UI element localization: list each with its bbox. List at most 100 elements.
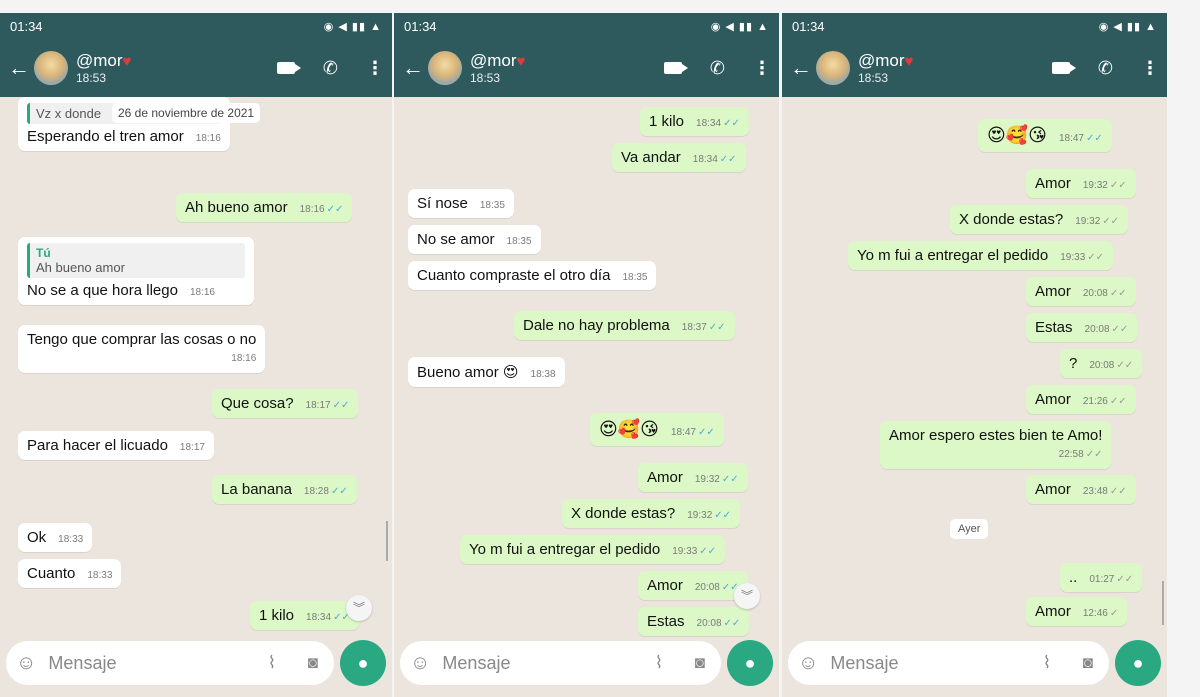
- microphone-icon[interactable]: ●: [727, 640, 773, 686]
- delivered-check-icon: ✓✓: [1102, 216, 1120, 227]
- read-check-icon: ✓✓: [714, 510, 732, 521]
- video-call-icon[interactable]: [1051, 62, 1076, 74]
- message-outgoing[interactable]: Yo m fui a entregar el pedido 19:33 ✓✓: [460, 535, 726, 564]
- scroll-down-icon[interactable]: ︾: [734, 583, 760, 609]
- delivered-check-icon: ✓✓: [1085, 449, 1103, 460]
- message-incoming[interactable]: Sí nose 18:35: [408, 189, 514, 218]
- message-text: Cuanto compraste el otro día: [417, 267, 611, 284]
- message-input[interactable]: ☺ Mensaje ⌇ ◙: [400, 641, 721, 685]
- message-outgoing[interactable]: Amor 21:26 ✓✓: [1026, 385, 1136, 414]
- back-arrow-icon[interactable]: ←: [790, 55, 812, 81]
- message-time: 18:17: [305, 400, 331, 411]
- more-options-icon[interactable]: ⋮: [753, 58, 771, 79]
- emoji-icon[interactable]: ☺: [410, 652, 430, 675]
- message-incoming[interactable]: Cuanto 18:33: [18, 559, 122, 588]
- message-outgoing[interactable]: Amor 19:32 ✓✓: [638, 463, 748, 492]
- message-incoming[interactable]: Cuanto compraste el otro día 18:35: [408, 261, 657, 290]
- message-time: 19:32: [687, 510, 713, 521]
- message-placeholder: Mensaje: [830, 652, 899, 673]
- message-input[interactable]: ☺ Mensaje ⌇ ◙: [6, 641, 334, 685]
- message-text: Amor: [1035, 283, 1071, 300]
- message-outgoing[interactable]: .. 01:27 ✓✓: [1060, 563, 1143, 592]
- camera-icon[interactable]: ◙: [308, 653, 318, 673]
- microphone-icon[interactable]: ●: [1115, 640, 1161, 686]
- message-outgoing[interactable]: X donde estas? 19:32 ✓✓: [950, 205, 1129, 234]
- message-time: 18:35: [479, 200, 505, 211]
- back-arrow-icon[interactable]: ←: [8, 55, 30, 81]
- video-call-icon[interactable]: [663, 62, 688, 74]
- more-options-icon[interactable]: ⋮: [366, 58, 384, 79]
- message-outgoing[interactable]: Amor espero estes bien te Amo! 22:58 ✓✓: [880, 421, 1112, 469]
- message-time: 18:34: [306, 612, 332, 623]
- message-time: 18:35: [506, 236, 532, 247]
- status-bar: 01:34 ◉ ◀ ▮▮ ▲: [0, 13, 392, 39]
- video-call-icon[interactable]: [276, 62, 301, 74]
- message-outgoing[interactable]: Amor 20:08 ✓✓: [638, 571, 748, 600]
- sent-check-icon: ✓: [1109, 608, 1119, 619]
- status-bar: 01:34 ◉ ◀ ▮▮ ▲: [782, 13, 1167, 39]
- message-outgoing[interactable]: ? 20:08 ✓✓: [1060, 349, 1143, 378]
- delivered-check-icon: ✓✓: [1109, 486, 1127, 497]
- contact-info[interactable]: @mor♥ 18:53: [858, 51, 913, 85]
- message-text: 1 kilo: [649, 113, 685, 130]
- message-incoming[interactable]: Bueno amor 😍 18:38: [408, 357, 565, 387]
- message-outgoing[interactable]: Amor 23:48 ✓✓: [1026, 475, 1136, 504]
- read-check-icon: ✓✓: [719, 154, 737, 165]
- phone-icon[interactable]: ✆: [323, 58, 338, 79]
- scrollbar[interactable]: [1162, 581, 1164, 625]
- read-check-icon: ✓✓: [721, 474, 739, 485]
- camera-icon[interactable]: ◙: [695, 653, 705, 673]
- message-text: 😍🥰😘: [599, 419, 659, 439]
- delivered-check-icon: ✓✓: [1109, 396, 1127, 407]
- message-incoming[interactable]: No se amor 18:35: [408, 225, 541, 254]
- back-arrow-icon[interactable]: ←: [402, 55, 424, 81]
- message-outgoing[interactable]: Amor 20:08 ✓✓: [1026, 277, 1136, 306]
- message-outgoing[interactable]: Estas 20:08 ✓✓: [638, 607, 750, 636]
- message-outgoing[interactable]: Amor 19:32 ✓✓: [1026, 169, 1136, 198]
- delivered-check-icon: ✓✓: [1111, 324, 1129, 335]
- message-text: Dale no hay problema: [523, 317, 670, 334]
- microphone-icon[interactable]: ●: [340, 640, 386, 686]
- contact-info[interactable]: @mor♥ 18:53: [470, 51, 525, 85]
- message-incoming[interactable]: Ok 18:33: [18, 523, 93, 552]
- emoji-icon[interactable]: ☺: [798, 652, 818, 675]
- avatar[interactable]: [34, 51, 68, 85]
- message-outgoing[interactable]: Estas 20:08 ✓✓: [1026, 313, 1138, 342]
- message-outgoing[interactable]: 1 kilo 18:34 ✓✓: [250, 601, 359, 630]
- chat-header: ← @mor♥ 18:53 ✆ ⋮: [782, 39, 1167, 97]
- message-outgoing[interactable]: Yo m fui a entregar el pedido 19:33 ✓✓: [848, 241, 1114, 270]
- contact-info[interactable]: @mor♥ 18:53: [76, 51, 131, 85]
- message-incoming[interactable]: Tú Ah bueno amor No se a que hora llego 1…: [18, 237, 254, 305]
- message-text: Amor: [1035, 175, 1071, 192]
- emoji-icon[interactable]: ☺: [16, 652, 36, 675]
- scrollbar[interactable]: [386, 521, 388, 561]
- message-outgoing[interactable]: Va andar 18:34 ✓✓: [612, 143, 746, 172]
- message-text: ?: [1069, 355, 1078, 372]
- message-outgoing[interactable]: Ah bueno amor 18:16 ✓✓: [176, 193, 353, 222]
- message-outgoing[interactable]: Amor 12:46 ✓: [1026, 597, 1128, 626]
- more-options-icon[interactable]: ⋮: [1141, 58, 1159, 79]
- message-outgoing[interactable]: La banana 18:28 ✓✓: [212, 475, 357, 504]
- attach-icon[interactable]: ⌇: [268, 653, 276, 673]
- message-text: Va andar: [621, 149, 681, 166]
- message-time: 18:28: [303, 486, 329, 497]
- message-outgoing[interactable]: 😍🥰😘 18:47 ✓✓: [978, 119, 1112, 152]
- attach-icon[interactable]: ⌇: [1043, 653, 1051, 673]
- message-outgoing[interactable]: Dale no hay problema 18:37 ✓✓: [514, 311, 735, 340]
- phone-icon[interactable]: ✆: [1098, 58, 1113, 79]
- avatar[interactable]: [816, 51, 850, 85]
- avatar[interactable]: [428, 51, 462, 85]
- message-outgoing[interactable]: 😍🥰😘 18:47 ✓✓: [590, 413, 724, 446]
- attach-icon[interactable]: ⌇: [655, 653, 663, 673]
- phone-icon[interactable]: ✆: [710, 58, 725, 79]
- message-outgoing[interactable]: X donde estas? 19:32 ✓✓: [562, 499, 741, 528]
- message-outgoing[interactable]: Que cosa? 18:17 ✓✓: [212, 389, 359, 418]
- message-incoming[interactable]: Tengo que comprar las cosas o no 18:16: [18, 325, 266, 373]
- message-list: Vz x donde Esperando el tren amor 18:16 2…: [0, 97, 392, 639]
- message-outgoing[interactable]: 1 kilo 18:34 ✓✓: [640, 107, 749, 136]
- message-text: Amor: [647, 469, 683, 486]
- scroll-down-icon[interactable]: ︾: [346, 595, 372, 621]
- message-input[interactable]: ☺ Mensaje ⌇ ◙: [788, 641, 1109, 685]
- camera-icon[interactable]: ◙: [1083, 653, 1093, 673]
- message-incoming[interactable]: Para hacer el licuado 18:17: [18, 431, 214, 460]
